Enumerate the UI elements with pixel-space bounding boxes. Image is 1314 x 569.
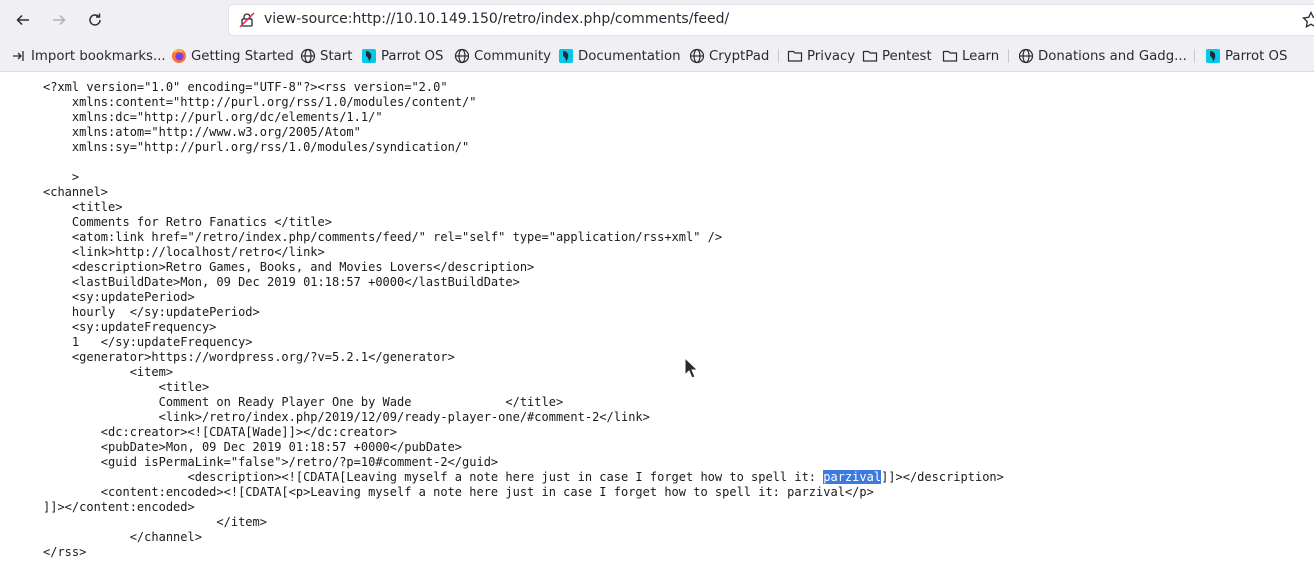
source-line: > xyxy=(43,170,80,184)
view-source-content: <?xml version="1.0" encoding="UTF-8"?><r… xyxy=(0,73,1314,569)
bookmark-start[interactable]: Start xyxy=(300,47,352,65)
bookmark-label: Pentest xyxy=(882,48,932,64)
source-line: xmlns:sy="http://purl.org/rss/1.0/module… xyxy=(43,140,470,154)
description-text-end: ]]></description> xyxy=(881,470,1004,484)
bookmark-separator xyxy=(1008,49,1009,63)
url-text[interactable]: view-source:http://10.10.149.150/retro/i… xyxy=(264,11,729,27)
bookmark-label: Learn xyxy=(962,48,1000,64)
bookmark-label: Start xyxy=(320,48,353,64)
source-line: </channel> xyxy=(43,530,202,544)
source-line: <item> xyxy=(43,365,174,379)
bookmark-label: Privacy xyxy=(807,48,856,64)
bookmark-label: Community xyxy=(474,48,551,64)
bookmark-documentation[interactable]: Documentation xyxy=(558,47,681,65)
globe-icon xyxy=(689,48,705,64)
insecure-lock-icon[interactable] xyxy=(239,12,255,28)
forward-button[interactable] xyxy=(47,8,71,32)
source-line: <content:encoded><![CDATA[<p>Leaving mys… xyxy=(43,485,874,499)
source-line: Comment on Ready Player One by Wade </ti… xyxy=(43,395,564,409)
selected-text[interactable]: parzival xyxy=(823,470,882,484)
bookmark-separator xyxy=(1194,49,1195,63)
arrow-right-icon xyxy=(53,14,66,26)
source-line: <link>/retro/index.php/2019/12/09/ready-… xyxy=(43,410,650,424)
globe-icon xyxy=(454,48,470,64)
source-line: </rss> xyxy=(43,545,87,559)
source-line: <title> xyxy=(43,380,210,394)
source-line: <channel> xyxy=(43,185,109,199)
bookmarks-bar: Import bookmarks... Getting Started Star… xyxy=(0,40,1314,72)
parrot-icon xyxy=(558,48,574,64)
url-bar[interactable]: view-source:http://10.10.149.150/retro/i… xyxy=(229,5,1314,35)
bookmark-parrot-os-2[interactable]: Parrot OS xyxy=(1205,47,1287,65)
source-line: <atom:link href="/retro/index.php/commen… xyxy=(43,230,723,244)
navigation-toolbar: view-source:http://10.10.149.150/retro/i… xyxy=(0,0,1314,40)
folder-icon xyxy=(862,48,878,64)
bookmark-label: Documentation xyxy=(578,48,681,64)
bookmark-star-icon[interactable] xyxy=(1302,11,1314,29)
source-line: xmlns:dc="http://purl.org/dc/elements/1.… xyxy=(43,110,383,124)
bookmark-separator xyxy=(778,49,779,63)
source-line: <lastBuildDate>Mon, 09 Dec 2019 01:18:57… xyxy=(43,275,520,289)
bookmark-getting-started[interactable]: Getting Started xyxy=(171,47,294,65)
parrot-icon xyxy=(361,48,377,64)
description-text: <description><![CDATA[Leaving myself a n… xyxy=(43,470,824,484)
description-line[interactable]: <description><![CDATA[Leaving myself a n… xyxy=(43,470,1004,485)
source-line: <link>http://localhost/retro</link> xyxy=(43,245,325,259)
source-line: <description>Retro Games, Books, and Mov… xyxy=(43,260,535,274)
bookmark-parrot-os[interactable]: Parrot OS xyxy=(361,47,443,65)
source-line: xmlns:atom="http://www.w3.org/2005/Atom" xyxy=(43,125,361,139)
bookmark-label: CryptPad xyxy=(709,48,770,64)
source-line: ]]></content:encoded> xyxy=(43,500,195,514)
source-line: <title> xyxy=(43,200,123,214)
source-line: <pubDate>Mon, 09 Dec 2019 01:18:57 +0000… xyxy=(43,440,463,454)
reload-button[interactable] xyxy=(83,8,107,32)
bookmark-cryptpad[interactable]: CryptPad xyxy=(689,47,769,65)
source-line: <generator>https://wordpress.org/?v=5.2.… xyxy=(43,350,455,364)
bookmark-label: Parrot OS xyxy=(381,48,444,64)
parrot-icon xyxy=(1205,48,1221,64)
folder-icon xyxy=(942,48,958,64)
bookmark-label: Parrot OS xyxy=(1225,48,1288,64)
bookmark-folder-privacy[interactable]: Privacy xyxy=(787,47,855,65)
bookmark-label: Getting Started xyxy=(191,48,294,64)
bookmark-label: Import bookmarks... xyxy=(31,48,166,64)
arrow-left-icon xyxy=(16,14,29,26)
source-line: hourly </sy:updatePeriod> xyxy=(43,305,260,319)
bookmark-import[interactable]: Import bookmarks... xyxy=(11,47,166,65)
source-line: <guid isPermaLink="false">/retro/?p=10#c… xyxy=(43,455,499,469)
mouse-cursor-icon xyxy=(684,357,698,379)
firefox-icon xyxy=(171,48,187,64)
bookmark-label: Donations and Gadg... xyxy=(1038,48,1187,64)
import-icon xyxy=(11,48,27,64)
bookmark-folder-learn[interactable]: Learn xyxy=(942,47,999,65)
source-line: <sy:updatePeriod> xyxy=(43,290,195,304)
reload-icon xyxy=(89,13,101,26)
globe-icon xyxy=(300,48,316,64)
source-line: xmlns:content="http://purl.org/rss/1.0/m… xyxy=(43,95,477,109)
bookmark-donations[interactable]: Donations and Gadg... xyxy=(1018,47,1187,65)
source-line: 1 </sy:updateFrequency> xyxy=(43,335,253,349)
source-line: Comments for Retro Fanatics </title> xyxy=(43,215,332,229)
back-button[interactable] xyxy=(11,8,35,32)
source-line: </item> xyxy=(43,515,267,529)
source-line: <sy:updateFrequency> xyxy=(43,320,217,334)
bookmark-community[interactable]: Community xyxy=(454,47,551,65)
bookmark-folder-pentest[interactable]: Pentest xyxy=(862,47,932,65)
globe-icon xyxy=(1018,48,1034,64)
source-line: <?xml version="1.0" encoding="UTF-8"?><r… xyxy=(43,80,448,94)
folder-icon xyxy=(787,48,803,64)
source-line: <dc:creator><![CDATA[Wade]]></dc:creator… xyxy=(43,425,398,439)
